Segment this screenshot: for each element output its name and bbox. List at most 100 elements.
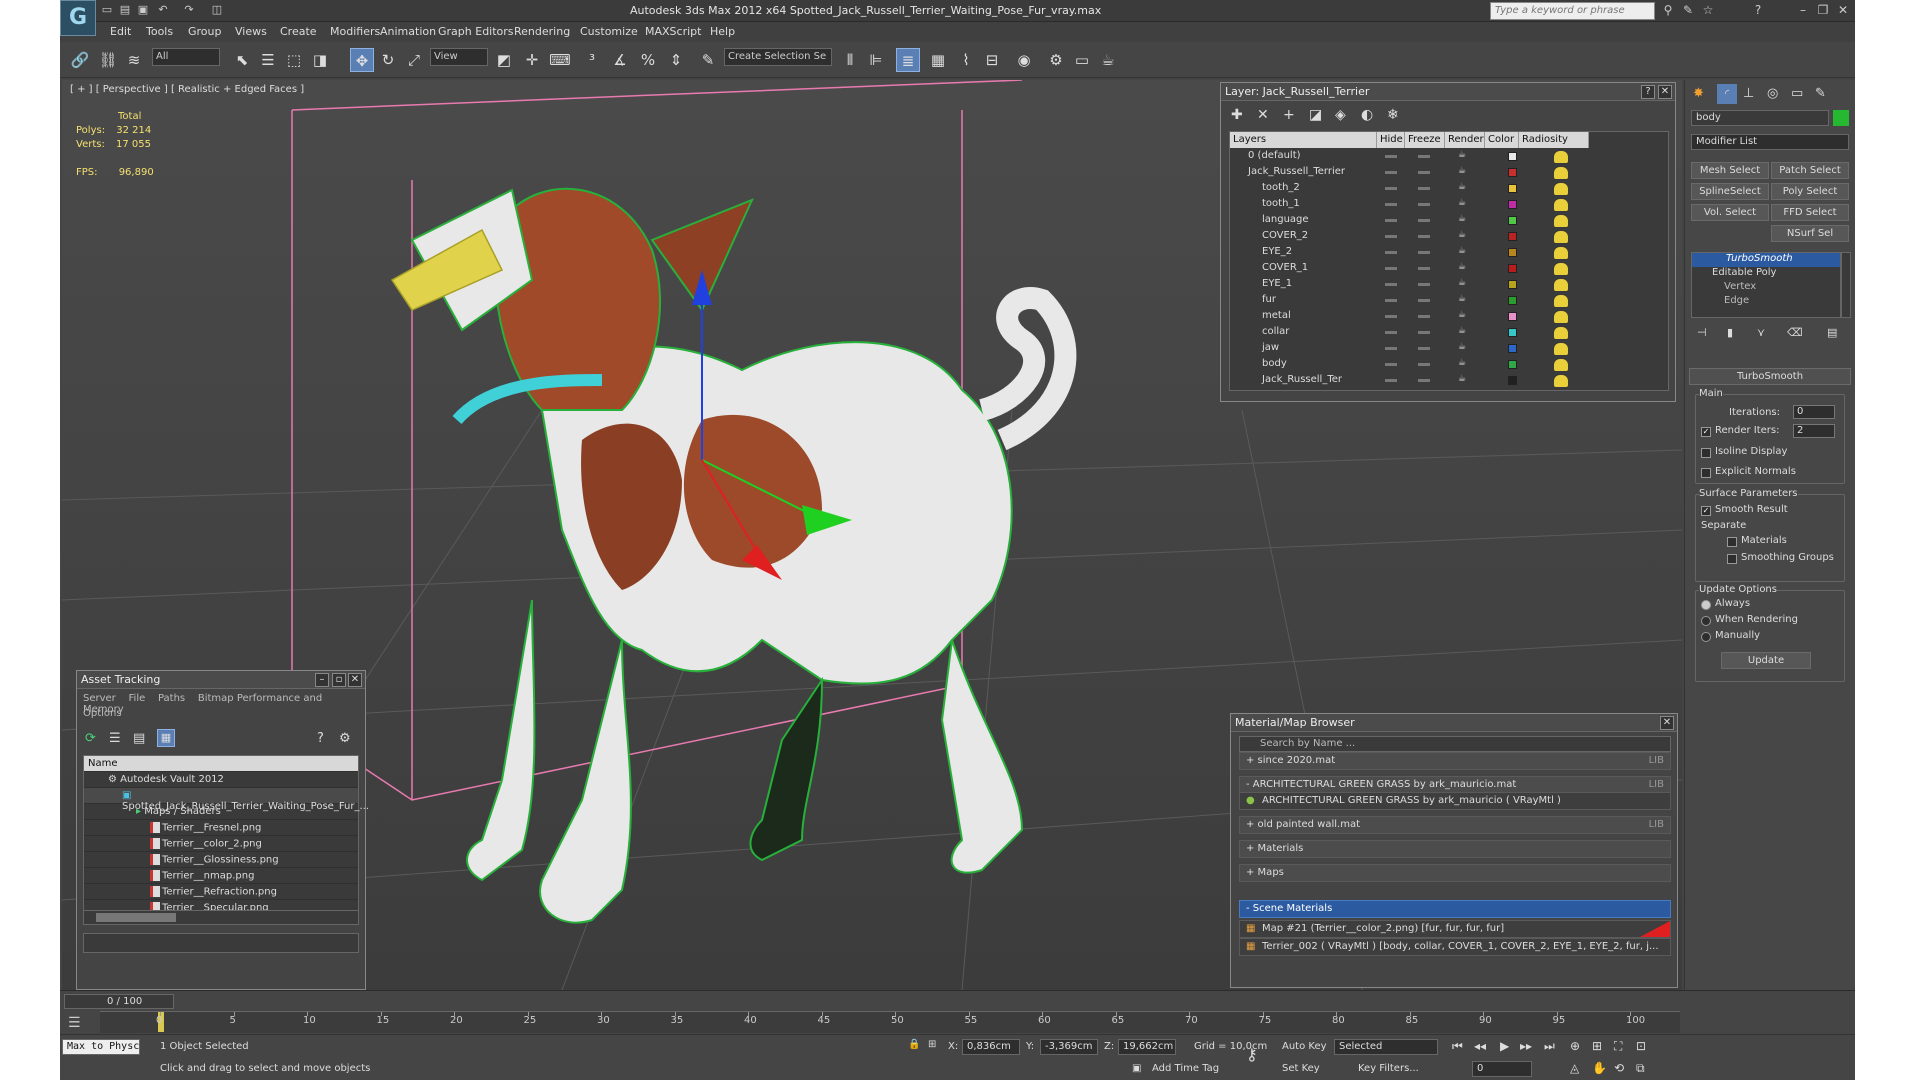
auto-key-button[interactable]: Auto Key — [1282, 1041, 1327, 1052]
menu-animation[interactable]: Animation — [380, 25, 436, 38]
layer-row[interactable]: tooth_1 ☕ — [1230, 197, 1668, 213]
col-color[interactable]: Color — [1485, 132, 1519, 148]
select-manipulate-icon[interactable]: ✛ — [520, 48, 544, 72]
zoom-all-icon[interactable]: ⊞ — [1592, 1039, 1602, 1053]
layer-color-swatch[interactable] — [1508, 232, 1517, 241]
modify-tab-icon[interactable]: ◜ — [1717, 84, 1737, 104]
radiosity-icon[interactable] — [1554, 327, 1568, 339]
menu-edit[interactable]: Edit — [110, 25, 131, 38]
material-group-row[interactable]: + old painted wall.mat LIB — [1239, 816, 1671, 834]
hide-toggle[interactable] — [1385, 171, 1397, 174]
zoom-extents-all-icon[interactable]: ⊡ — [1636, 1039, 1646, 1053]
render-teapot-icon[interactable]: ☕ — [1458, 310, 1466, 320]
table-view-icon[interactable]: ▦ — [157, 729, 175, 747]
layer-color-swatch[interactable] — [1508, 216, 1517, 225]
col-radiosity[interactable]: Radiosity — [1519, 132, 1589, 148]
stack-edge[interactable]: Edge — [1692, 295, 1840, 309]
material-browser-title-bar[interactable]: Material/Map Browser ✕ — [1231, 714, 1677, 732]
undo-icon[interactable]: ↶ — [156, 3, 170, 17]
freeze-toggle[interactable] — [1418, 155, 1430, 158]
layer-color-swatch[interactable] — [1508, 168, 1517, 177]
layer-manager-icon[interactable]: ≣ — [896, 48, 920, 72]
close-icon[interactable]: ✕ — [1660, 716, 1674, 730]
layer-row[interactable]: COVER_2 ☕ — [1230, 229, 1668, 245]
close-icon[interactable]: ✕ — [1658, 85, 1672, 99]
maxscript-listener[interactable]: Max to Physc — [62, 1039, 140, 1055]
key-mode-dropdown[interactable]: Selected — [1334, 1039, 1438, 1055]
key-icon[interactable]: ⚷ — [1246, 1045, 1258, 1064]
col-freeze[interactable]: Freeze — [1405, 132, 1445, 148]
asset-map-row[interactable]: Terrier__nmap.png — [84, 868, 358, 884]
hide-toggle[interactable] — [1385, 155, 1397, 158]
bind-spacewarp-icon[interactable]: ≋ — [122, 48, 146, 72]
col-hide[interactable]: Hide — [1377, 132, 1405, 148]
rect-selection-icon[interactable]: ⬚ — [282, 48, 306, 72]
render-teapot-icon[interactable]: ☕ — [1458, 198, 1466, 208]
hide-toggle[interactable] — [1385, 187, 1397, 190]
snaps-toggle-icon[interactable]: ³ — [580, 48, 604, 72]
patch-select-button[interactable]: Patch Select — [1771, 162, 1849, 179]
radiosity-icon[interactable] — [1554, 279, 1568, 291]
radiosity-icon[interactable] — [1554, 151, 1568, 163]
freeze-toggle[interactable] — [1418, 363, 1430, 366]
render-teapot-icon[interactable]: ☕ — [1458, 342, 1466, 352]
radiosity-icon[interactable] — [1554, 247, 1568, 259]
z-coordinate-field[interactable]: 19,662cm — [1118, 1039, 1176, 1055]
spinner-snap-icon[interactable]: ⇕ — [664, 48, 688, 72]
freeze-toggle[interactable] — [1418, 219, 1430, 222]
go-to-start-icon[interactable]: ⏮ — [1452, 1039, 1463, 1054]
asset-file-row[interactable]: ▣ Spotted_Jack_Russell_Terrier_Waiting_P… — [84, 788, 369, 812]
current-frame-field[interactable]: 0 — [1472, 1061, 1532, 1077]
render-teapot-icon[interactable]: ☕ — [1458, 278, 1466, 288]
asset-menu-file[interactable]: File — [129, 693, 146, 704]
layer-color-swatch[interactable] — [1508, 376, 1517, 385]
hide-toggle[interactable] — [1385, 235, 1397, 238]
freeze-toggle[interactable] — [1418, 315, 1430, 318]
render-teapot-icon[interactable]: ☕ — [1458, 214, 1466, 224]
project-icon[interactable]: ◫ — [210, 3, 224, 17]
open-file-icon[interactable]: ▤ — [118, 3, 132, 17]
material-group-row[interactable]: + Maps — [1239, 864, 1671, 882]
percent-snap-icon[interactable]: % — [636, 48, 660, 72]
select-link-icon[interactable]: 🔗 — [68, 48, 92, 72]
lock-selection-icon[interactable]: 🔒 — [908, 1039, 920, 1050]
radiosity-icon[interactable] — [1554, 295, 1568, 307]
spline-select-button[interactable]: SplineSelect — [1691, 183, 1769, 200]
freeze-toggle[interactable] — [1418, 331, 1430, 334]
select-object-icon[interactable]: ⬉ — [230, 48, 254, 72]
configure-sets-icon[interactable]: ▤ — [1827, 326, 1837, 339]
hide-toggle[interactable] — [1385, 363, 1397, 366]
close-icon[interactable]: ✕ — [1835, 2, 1851, 18]
help-icon[interactable]: ? — [317, 731, 324, 746]
col-layers[interactable]: Layers — [1230, 132, 1377, 148]
close-icon[interactable]: ✕ — [348, 673, 362, 687]
radiosity-icon[interactable] — [1554, 359, 1568, 371]
layer-row[interactable]: EYE_2 ☕ — [1230, 245, 1668, 261]
menu-create[interactable]: Create — [280, 25, 317, 38]
radiosity-icon[interactable] — [1554, 167, 1568, 179]
radiosity-icon[interactable] — [1554, 183, 1568, 195]
tools-icon[interactable]: ✎ — [1680, 2, 1696, 18]
remove-modifier-icon[interactable]: ⌫ — [1787, 326, 1803, 339]
material-group-row[interactable]: ● ARCHITECTURAL GREEN GRASS by ark_mauric… — [1239, 792, 1671, 810]
freeze-toggle[interactable] — [1418, 379, 1430, 382]
help-icon[interactable]: ? — [1641, 85, 1655, 99]
col-render[interactable]: Render — [1445, 132, 1485, 148]
play-icon[interactable]: ▶ — [1500, 1039, 1509, 1053]
layer-color-swatch[interactable] — [1508, 152, 1517, 161]
show-end-result-icon[interactable]: ▮ — [1727, 326, 1733, 339]
highlight-layer-icon[interactable]: ◈ — [1335, 107, 1346, 123]
curve-editor-icon[interactable]: ⌇ — [954, 48, 978, 72]
freeze-all-icon[interactable]: ❄ — [1387, 107, 1399, 123]
previous-frame-icon[interactable]: ◂◂ — [1474, 1039, 1486, 1053]
new-file-icon[interactable]: ▭ — [100, 3, 114, 17]
save-icon[interactable]: ▣ — [136, 3, 150, 17]
freeze-toggle[interactable] — [1418, 267, 1430, 270]
track-bar[interactable]: 0 5 10 15 20 25 30 35 40 45 50 55 60 65 70 75 80 85 90 95 10… — [100, 1011, 1680, 1033]
when-rendering-radio[interactable] — [1701, 616, 1711, 626]
maximize-icon[interactable]: ▫ — [332, 673, 346, 687]
asset-name-header[interactable]: Name — [84, 756, 358, 772]
radiosity-icon[interactable] — [1554, 263, 1568, 275]
key-filters-button[interactable]: Key Filters... — [1358, 1063, 1419, 1074]
render-iters-checkbox[interactable]: ✓ — [1701, 427, 1711, 437]
